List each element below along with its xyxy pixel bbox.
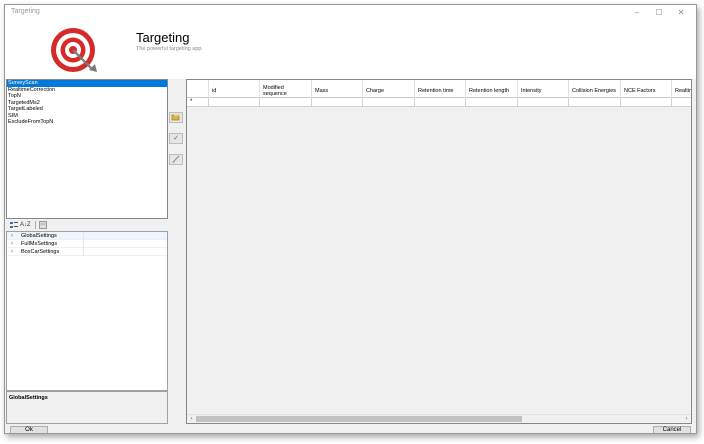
apply-button[interactable]: ✓	[169, 133, 183, 144]
property-description-panel: GlobalSettings	[6, 391, 168, 424]
scan-type-list[interactable]: SurveyScan RealtimeCorrection TopN Targe…	[6, 79, 168, 219]
table-cell[interactable]	[363, 98, 415, 107]
minimize-button[interactable]: –	[626, 7, 648, 19]
column-header[interactable]: Intensity	[518, 80, 569, 98]
toolbar-divider	[35, 221, 36, 229]
new-row-marker: *	[190, 99, 193, 105]
table-cell[interactable]	[415, 98, 466, 107]
ok-button[interactable]: Ok	[10, 426, 48, 433]
scrollbar-thumb[interactable]	[196, 416, 522, 422]
table-cell[interactable]	[209, 98, 260, 107]
list-item-excludefromtopn[interactable]: ExcludeFromTopN	[7, 119, 167, 126]
table-cell[interactable]	[621, 98, 672, 107]
alphabetical-sort-icon[interactable]: A↓Z	[20, 221, 31, 229]
property-row-globalsettings[interactable]: › GlobalSettings	[7, 232, 167, 240]
property-grid[interactable]: › GlobalSettings › FullMsSettings › BoxC…	[6, 231, 168, 391]
column-header[interactable]: Modified sequence	[260, 80, 312, 98]
edit-icon	[172, 155, 180, 163]
value-divider	[83, 232, 84, 240]
column-header[interactable]: Retention length	[466, 80, 518, 98]
property-description-title: GlobalSettings	[9, 395, 48, 401]
scroll-right-icon[interactable]: ›	[682, 415, 691, 423]
table-cell[interactable]	[260, 98, 312, 107]
app-subtitle: The powerful targeting app.	[136, 46, 203, 52]
row-header-corner	[187, 80, 209, 98]
horizontal-scrollbar[interactable]: ‹ ›	[187, 414, 691, 423]
expand-chevron-icon[interactable]: ›	[11, 240, 13, 248]
property-row-fullmssettings[interactable]: › FullMsSettings	[7, 240, 167, 248]
maximize-button[interactable]: ☐	[648, 7, 670, 19]
app-header: Targeting The powerful targeting app.	[5, 21, 696, 79]
close-button[interactable]: ✕	[670, 7, 692, 19]
table-cell[interactable]	[518, 98, 569, 107]
property-label: GlobalSettings	[21, 233, 57, 239]
column-header[interactable]: Realtime	[672, 80, 691, 98]
expand-chevron-icon[interactable]: ›	[11, 248, 13, 256]
value-divider	[83, 248, 84, 256]
add-icon	[171, 114, 180, 121]
categorized-icon[interactable]	[9, 221, 18, 229]
table-cell[interactable]	[312, 98, 363, 107]
check-icon: ✓	[173, 135, 179, 142]
property-label: FullMsSettings	[21, 241, 58, 247]
expand-chevron-icon[interactable]: ›	[11, 232, 13, 240]
column-header[interactable]: NCE Factors	[621, 80, 672, 98]
property-label: BoxCarSettings	[21, 249, 60, 255]
property-grid-toolbar: A↓Z	[6, 219, 168, 231]
edit-button[interactable]	[169, 154, 183, 165]
window-title: Targeting	[11, 8, 40, 15]
new-row[interactable]: *	[187, 98, 691, 107]
column-header[interactable]: Charge	[363, 80, 415, 98]
table-header: id Modified sequence Mass Charge Retenti…	[187, 80, 691, 98]
app-title: Targeting	[136, 30, 190, 45]
row-header[interactable]: *	[187, 98, 209, 107]
column-header[interactable]: Mass	[312, 80, 363, 98]
table-cell[interactable]	[672, 98, 691, 107]
table-cell[interactable]	[569, 98, 621, 107]
target-logo-icon	[51, 28, 97, 72]
targets-table[interactable]: id Modified sequence Mass Charge Retenti…	[186, 79, 692, 424]
scroll-left-icon[interactable]: ‹	[187, 415, 196, 423]
column-header[interactable]: Collision Energies	[569, 80, 621, 98]
title-bar: Targeting – ☐ ✕	[5, 5, 696, 21]
table-cell[interactable]	[466, 98, 518, 107]
column-header[interactable]: Retention time	[415, 80, 466, 98]
column-header[interactable]: id	[209, 80, 260, 98]
add-target-button[interactable]	[169, 112, 183, 123]
property-pages-icon[interactable]	[38, 221, 47, 229]
property-row-boxcarsettings[interactable]: › BoxCarSettings	[7, 248, 167, 256]
value-divider	[83, 240, 84, 248]
app-window: Targeting – ☐ ✕ Targeting The powerful t…	[4, 4, 697, 434]
cancel-button[interactable]: Cancel	[653, 426, 691, 433]
